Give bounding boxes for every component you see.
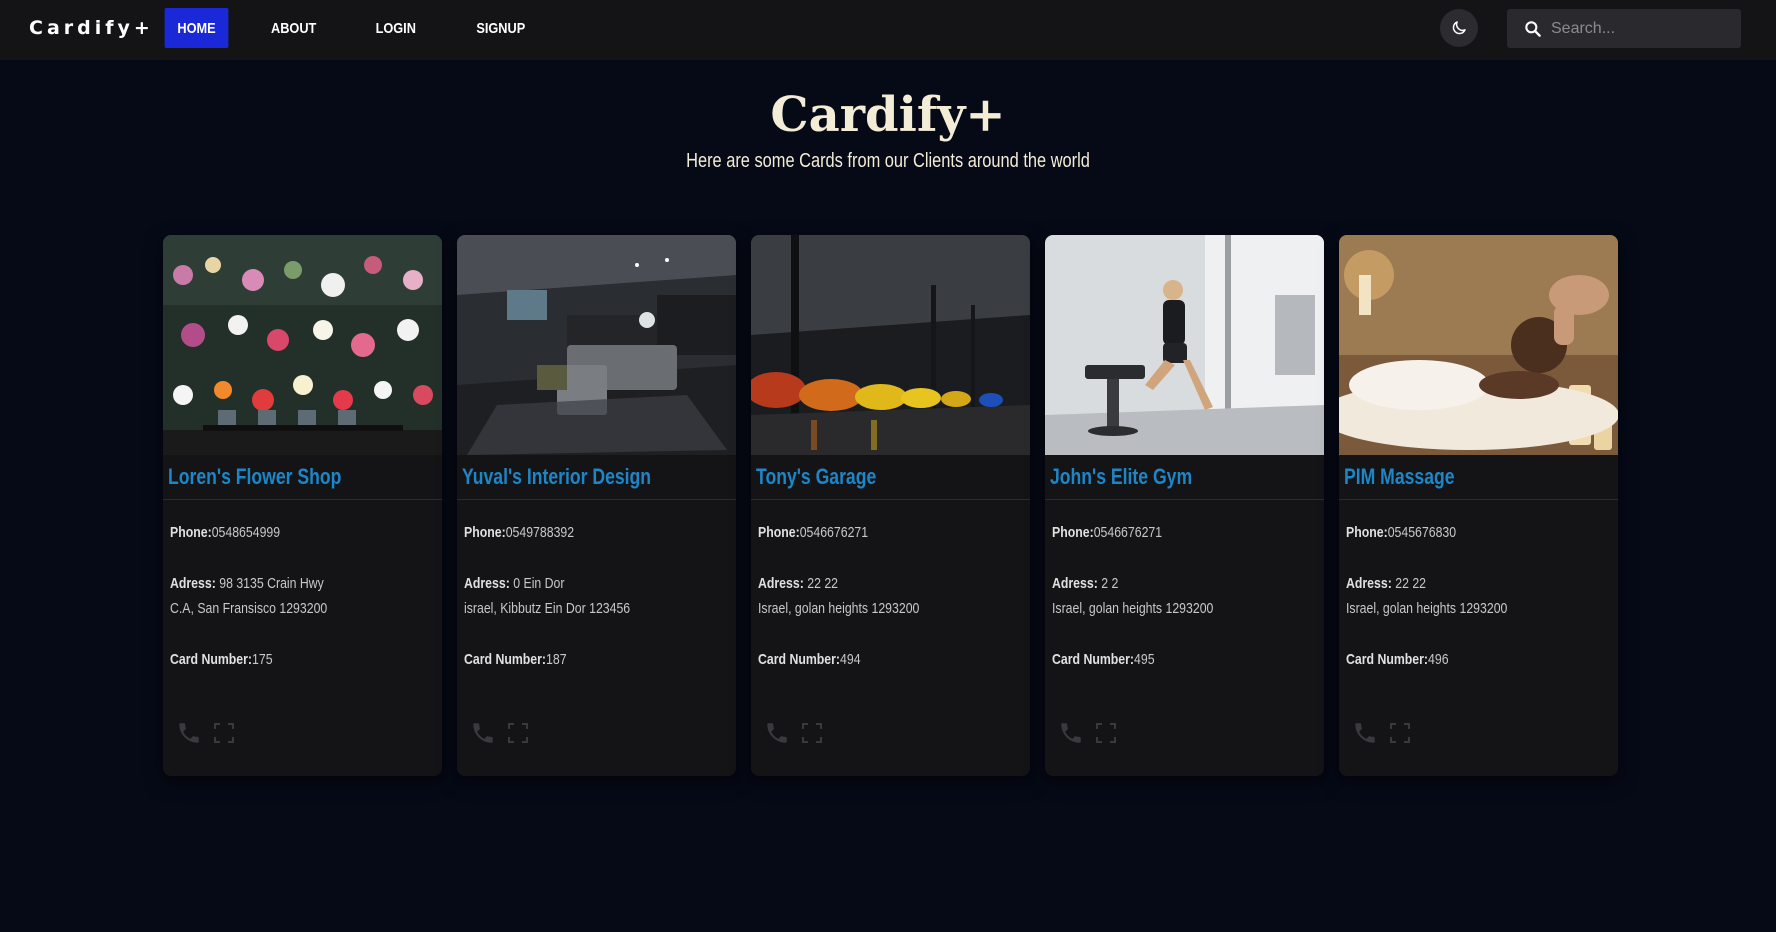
card-body: Phone:0548654999 Adress: 98 3135 Crain H… xyxy=(163,500,442,672)
card-body: Phone:0545676830 Adress: 22 22 Israel, g… xyxy=(1339,500,1618,672)
card-actions xyxy=(1058,720,1128,746)
navbar: Cardify+ HOME ABOUT LOGIN SIGNUP xyxy=(0,0,1776,60)
card-actions xyxy=(764,720,834,746)
card-actions xyxy=(470,720,540,746)
address-field: Adress: 22 22 Israel, golan heights 1293… xyxy=(1346,575,1508,617)
card-title: John's Elite Gym xyxy=(1045,455,1324,500)
fullscreen-icon[interactable] xyxy=(800,721,824,745)
business-card[interactable]: Tony's Garage Phone:0546676271 Adress: 2… xyxy=(751,235,1030,776)
nav-home[interactable]: HOME xyxy=(164,8,229,48)
nav-signup[interactable]: SIGNUP xyxy=(463,8,537,48)
phone-icon[interactable] xyxy=(1352,720,1378,746)
card-body: Phone:0549788392 Adress: 0 Ein Dor israe… xyxy=(457,500,736,672)
phone-field: Phone:0549788392 xyxy=(464,524,575,541)
card-number-field: Card Number:496 xyxy=(1346,651,1449,668)
business-card[interactable]: Yuval's Interior Design Phone:0549788392… xyxy=(457,235,736,776)
page-title: Cardify+ xyxy=(770,87,1006,143)
fullscreen-icon[interactable] xyxy=(1094,721,1118,745)
card-title: Yuval's Interior Design xyxy=(457,455,736,500)
card-title: PIM Massage xyxy=(1339,455,1618,500)
address-field: Adress: 98 3135 Crain Hwy C.A, San Frans… xyxy=(170,575,328,617)
phone-field: Phone:0545676830 xyxy=(1346,524,1457,541)
card-body: Phone:0546676271 Adress: 22 22 Israel, g… xyxy=(751,500,1030,672)
business-card[interactable]: John's Elite Gym Phone:0546676271 Adress… xyxy=(1045,235,1324,776)
business-card[interactable]: PIM Massage Phone:0545676830 Adress: 22 … xyxy=(1339,235,1618,776)
cards-grid: Loren's Flower Shop Phone:0548654999 Adr… xyxy=(163,235,1618,776)
flower-shop-photo xyxy=(163,235,442,455)
nav-about[interactable]: ABOUT xyxy=(258,8,329,48)
nav-links: HOME ABOUT LOGIN SIGNUP xyxy=(159,8,566,48)
phone-icon[interactable] xyxy=(1058,720,1084,746)
card-number-field: Card Number:187 xyxy=(464,651,567,668)
address-field: Adress: 0 Ein Dor israel, Kibbutz Ein Do… xyxy=(464,575,631,617)
card-number-field: Card Number:495 xyxy=(1052,651,1155,668)
page-subtitle: Here are some Cards from our Clients aro… xyxy=(686,150,1090,172)
search-box xyxy=(1507,9,1741,48)
hero: Cardify+ Here are some Cards from our Cl… xyxy=(0,80,1776,173)
phone-field: Phone:0546676271 xyxy=(1052,524,1163,541)
phone-icon[interactable] xyxy=(176,720,202,746)
nav-login[interactable]: LOGIN xyxy=(363,8,429,48)
fullscreen-icon[interactable] xyxy=(212,721,236,745)
massage-photo xyxy=(1339,235,1618,455)
interior-design-photo xyxy=(457,235,736,455)
fullscreen-icon[interactable] xyxy=(506,721,530,745)
brand-logo[interactable]: Cardify+ xyxy=(29,17,154,39)
phone-icon[interactable] xyxy=(470,720,496,746)
card-number-field: Card Number:175 xyxy=(170,651,273,668)
card-number-field: Card Number:494 xyxy=(758,651,861,668)
fullscreen-icon[interactable] xyxy=(1388,721,1412,745)
phone-icon[interactable] xyxy=(764,720,790,746)
gym-photo xyxy=(1045,235,1324,455)
card-title: Loren's Flower Shop xyxy=(163,455,442,500)
search-icon xyxy=(1525,20,1541,37)
card-actions xyxy=(176,720,246,746)
phone-field: Phone:0548654999 xyxy=(170,524,281,541)
phone-field: Phone:0546676271 xyxy=(758,524,869,541)
search-input[interactable] xyxy=(1549,18,1729,39)
theme-toggle-button[interactable] xyxy=(1440,9,1478,47)
address-field: Adress: 2 2 Israel, golan heights 129320… xyxy=(1052,575,1214,617)
card-actions xyxy=(1352,720,1422,746)
business-card[interactable]: Loren's Flower Shop Phone:0548654999 Adr… xyxy=(163,235,442,776)
moon-icon xyxy=(1452,21,1466,35)
address-field: Adress: 22 22 Israel, golan heights 1293… xyxy=(758,575,920,617)
card-title: Tony's Garage xyxy=(751,455,1030,500)
card-body: Phone:0546676271 Adress: 2 2 Israel, gol… xyxy=(1045,500,1324,672)
garage-photo xyxy=(751,235,1030,455)
